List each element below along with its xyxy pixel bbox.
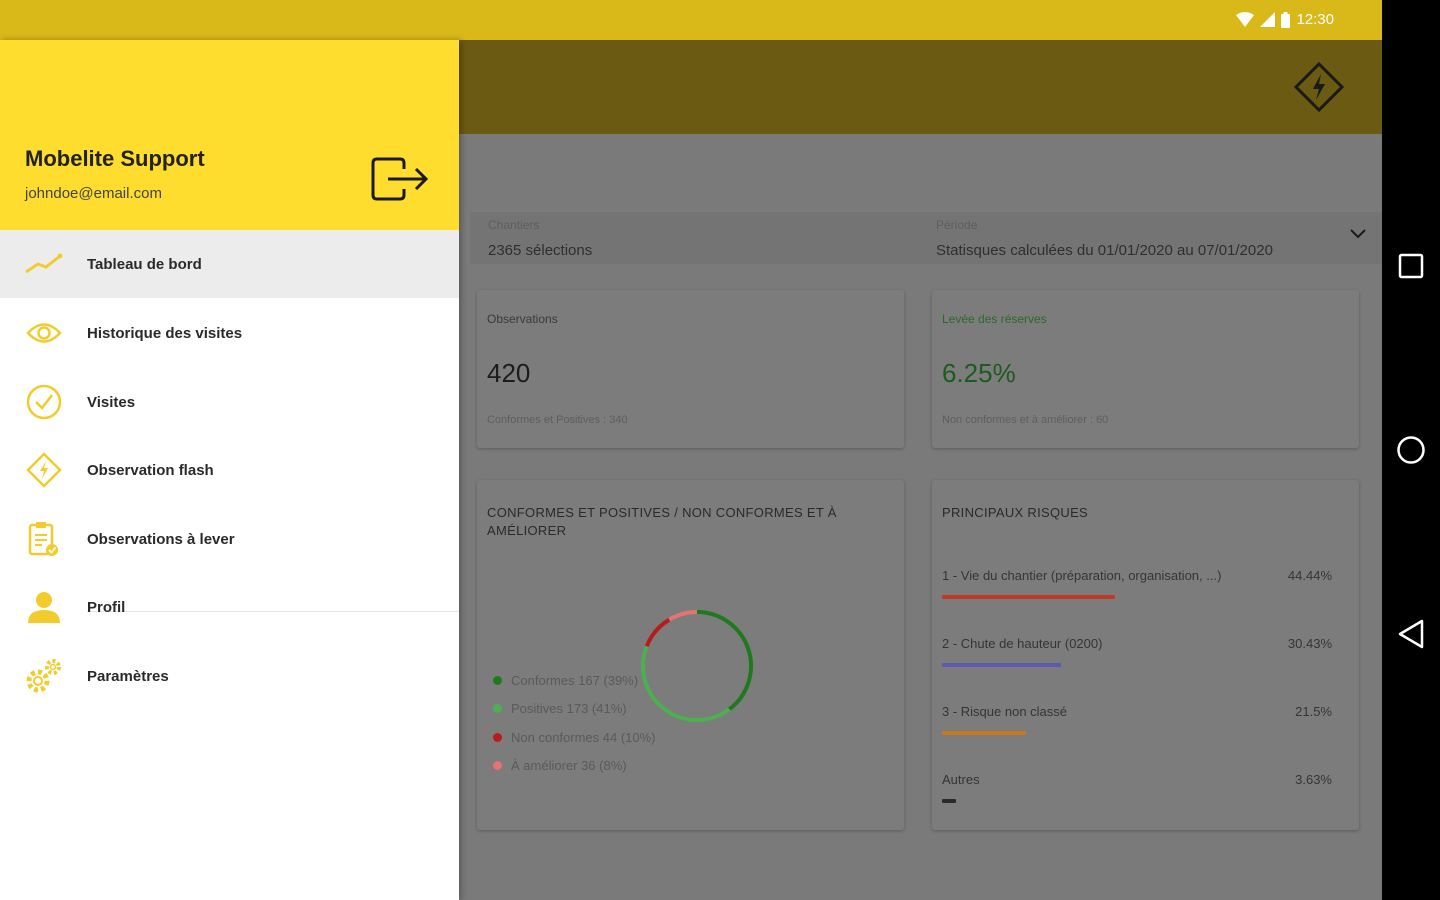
risk-label: 3 - Risque non classé: [942, 704, 1068, 719]
legend-label: Positives 173 (41%): [511, 701, 627, 717]
menu-label-tableau-de-bord: Tableau de bord: [87, 255, 202, 273]
risk-bar-track: [942, 595, 1332, 599]
legend-dot: [493, 704, 502, 714]
drawer-header: Mobelite Support johndoe@email.com: [0, 40, 459, 230]
menu-label-observation-flash: Observation flash: [87, 461, 214, 479]
status-time: 12:30: [1296, 11, 1334, 28]
eye-icon: [24, 313, 64, 353]
conformity-legend: Conformes 167 (39%) Positives 173 (41%) No…: [493, 666, 656, 780]
chevron-down-icon[interactable]: [1350, 229, 1366, 239]
clipboard-check-icon: [24, 519, 64, 559]
filter-strip[interactable]: Chantiers 2365 sélections Période Statis…: [470, 212, 1382, 264]
back-button[interactable]: [1382, 604, 1440, 664]
menu-item-observation-flash[interactable]: Observation flash: [0, 436, 459, 504]
risk-label: 2 - Chute de hauteur (0200): [942, 636, 1103, 651]
flash-diamond-icon: [24, 450, 64, 490]
chart-line-icon: [24, 244, 64, 284]
conformity-chart-card: CONFORMES ET POSITIVES / NON CONFORMES E…: [477, 480, 904, 830]
risk-percentage: 44.44%: [1287, 568, 1332, 583]
risk-percentage: 21.5%: [1295, 704, 1332, 719]
donut-slice-1: [641, 645, 731, 722]
flash-observation-icon[interactable]: [1294, 62, 1344, 112]
legend-item: Conformes 167 (39%): [493, 666, 656, 695]
menu-label-profil: Profil: [87, 598, 126, 616]
square-icon: [1398, 253, 1424, 279]
menu-item-visites[interactable]: Visites: [0, 368, 459, 436]
legend-item: Non conformes 44 (10%): [493, 723, 656, 752]
donut-slice-2: [644, 617, 671, 648]
risk-bar: [942, 663, 1061, 667]
chantiers-label: Chantiers: [488, 218, 540, 232]
risk-bar-track: [942, 799, 1332, 803]
risk-label: Autres: [942, 772, 980, 787]
periode-value[interactable]: Statisques calculées du 01/01/2020 au 07…: [936, 242, 1273, 259]
donut-slice-0: [696, 610, 753, 711]
observations-sub: Conformes et Positives : 340: [487, 414, 628, 426]
menu-label-visites: Visites: [87, 393, 136, 411]
menu-item-tableau-de-bord[interactable]: Tableau de bord: [0, 230, 459, 298]
menu-item-observations-a-lever[interactable]: Observations à lever: [0, 505, 459, 573]
reserves-card[interactable]: Levée des réserves 6.25% Non conformes e…: [932, 290, 1359, 448]
reserves-value: 6.25%: [942, 358, 1016, 388]
reserves-title: Levée des réserves: [942, 312, 1047, 326]
risks-title: PRINCIPAUX RISQUES: [942, 505, 1089, 520]
status-bar: 12:30: [0, 0, 1382, 40]
risk-percentage: 30.43%: [1287, 636, 1332, 651]
wifi-icon: [1236, 12, 1255, 27]
risks-card: PRINCIPAUX RISQUES 1 - Vie du chantier (…: [932, 480, 1359, 830]
legend-label: À améliorer 36 (8%): [511, 758, 627, 774]
legend-item: Positives 173 (41%): [493, 695, 656, 724]
user-email: johndoe@email.com: [25, 185, 162, 202]
menu-label-parametres: Paramètres: [87, 667, 169, 685]
legend-item: À améliorer 36 (8%): [493, 752, 656, 781]
chantiers-value[interactable]: 2365 sélections: [488, 242, 592, 259]
risk-bar: [942, 595, 1116, 599]
conformity-chart-title: CONFORMES ET POSITIVES / NON CONFORMES E…: [487, 505, 837, 538]
logout-icon[interactable]: [370, 156, 430, 202]
observations-value: 420: [487, 358, 531, 388]
battery-icon: [1281, 11, 1291, 28]
legend-label: Conformes 167 (39%): [511, 672, 639, 688]
risk-bar: [942, 731, 1026, 735]
risk-bar-track: [942, 731, 1332, 735]
legend-label: Non conformes 44 (10%): [511, 729, 656, 745]
navigation-drawer: Mobelite Support johndoe@email.com Table…: [0, 40, 459, 900]
observations-title: Observations: [487, 312, 558, 326]
recents-button[interactable]: [1382, 236, 1440, 296]
risk-bar-track: [942, 663, 1332, 667]
user-name: Mobelite Support: [25, 146, 205, 171]
back-triangle-icon: [1398, 619, 1424, 649]
status-icons: 12:30: [1236, 11, 1334, 28]
donut-slice-3: [668, 610, 698, 622]
risk-percentage: 3.63%: [1295, 772, 1332, 787]
menu-item-parametres[interactable]: Paramètres: [0, 642, 459, 710]
signal-icon: [1260, 12, 1276, 27]
legend-dot: [493, 761, 502, 771]
reserves-sub: Non conformes et à améliorer : 60: [942, 414, 1109, 426]
circle-icon: [1397, 436, 1425, 464]
legend-dot: [493, 675, 502, 685]
menu-label-observations-a-lever: Observations à lever: [87, 530, 235, 548]
menu-item-profil[interactable]: Profil: [0, 573, 459, 641]
menu-label-historique: Historique des visites: [87, 324, 243, 342]
periode-label: Période: [936, 218, 978, 232]
system-nav-bar: [1382, 0, 1440, 900]
home-button[interactable]: [1382, 420, 1440, 480]
risk-label: 1 - Vie du chantier (préparation, organi…: [942, 568, 1222, 583]
gears-icon: [24, 656, 64, 696]
observations-card[interactable]: Observations 420 Conformes et Positives …: [477, 290, 904, 448]
check-circle-icon: [24, 382, 64, 422]
user-icon: [24, 587, 64, 627]
menu-item-historique[interactable]: Historique des visites: [0, 299, 459, 367]
legend-dot: [493, 732, 502, 742]
risk-bar: [942, 799, 957, 803]
